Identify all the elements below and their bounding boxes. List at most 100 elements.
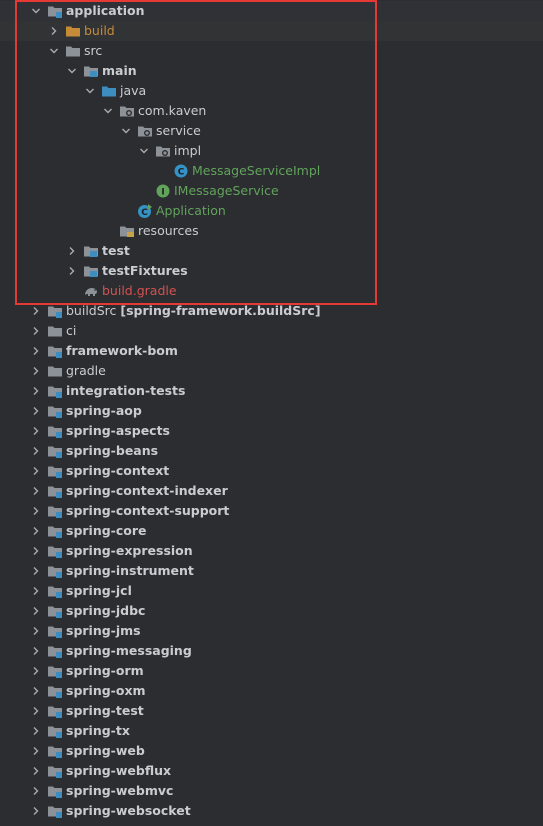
module-folder-icon	[47, 443, 63, 459]
tree-row-spring-context-support[interactable]: spring-context-support	[0, 501, 543, 521]
chevron-right-icon[interactable]	[30, 641, 42, 661]
tree-row-spring-orm[interactable]: spring-orm	[0, 661, 543, 681]
chevron-right-icon[interactable]	[30, 621, 42, 641]
tree-row-spring-websocket[interactable]: spring-websocket	[0, 801, 543, 821]
chevron-right-icon[interactable]	[30, 461, 42, 481]
tree-row-service[interactable]: service	[0, 121, 543, 141]
chevron-right-icon[interactable]	[30, 781, 42, 801]
chevron-down-icon[interactable]	[30, 1, 42, 21]
tree-row-build-gradle[interactable]: build.gradle	[0, 281, 543, 301]
tree-row-spring-jdbc[interactable]: spring-jdbc	[0, 601, 543, 621]
tree-row-testfixtures[interactable]: testFixtures	[0, 261, 543, 281]
module-folder-icon	[47, 583, 63, 599]
tree-row-spring-aop[interactable]: spring-aop	[0, 401, 543, 421]
chevron-right-icon[interactable]	[30, 301, 42, 321]
module-folder-icon	[47, 503, 63, 519]
tree-row-spring-context[interactable]: spring-context	[0, 461, 543, 481]
tree-row-spring-instrument[interactable]: spring-instrument	[0, 561, 543, 581]
tree-item-label: spring-web	[66, 743, 145, 758]
tree-row-spring-core[interactable]: spring-core	[0, 521, 543, 541]
tree-item-label: ci	[66, 323, 77, 338]
module-folder-icon	[47, 603, 63, 619]
chevron-right-icon[interactable]	[30, 561, 42, 581]
tree-row-main[interactable]: main	[0, 61, 543, 81]
tree-item-label: com.kaven	[138, 103, 207, 118]
tree-row-messageserviceimpl[interactable]: C MessageServiceImpl	[0, 161, 543, 181]
chevron-right-icon[interactable]	[30, 341, 42, 361]
chevron-down-icon[interactable]	[138, 141, 150, 161]
tree-row-test[interactable]: test	[0, 241, 543, 261]
tree-row-spring-jms[interactable]: spring-jms	[0, 621, 543, 641]
tree-row-spring-expression[interactable]: spring-expression	[0, 541, 543, 561]
tree-row-spring-test[interactable]: spring-test	[0, 701, 543, 721]
tree-row-ci[interactable]: ci	[0, 321, 543, 341]
tree-row-impl[interactable]: impl	[0, 141, 543, 161]
chevron-down-icon[interactable]	[48, 41, 60, 61]
folder-icon	[47, 363, 63, 379]
tree-row-spring-webmvc[interactable]: spring-webmvc	[0, 781, 543, 801]
chevron-down-icon[interactable]	[102, 101, 114, 121]
tree-row-application[interactable]: application	[0, 1, 543, 21]
tree-row-gradle[interactable]: gradle	[0, 361, 543, 381]
tree-item-label: spring-aop	[66, 403, 142, 418]
module-folder-icon	[47, 663, 63, 679]
source-root-folder-icon	[83, 243, 99, 259]
chevron-right-icon[interactable]	[30, 761, 42, 781]
chevron-right-icon[interactable]	[30, 661, 42, 681]
chevron-right-icon[interactable]	[30, 361, 42, 381]
folder-icon	[65, 43, 81, 59]
tree-item-label: application	[66, 3, 145, 18]
chevron-right-icon[interactable]	[30, 801, 42, 821]
tree-row-spring-aspects[interactable]: spring-aspects	[0, 421, 543, 441]
tree-row-build[interactable]: build	[0, 21, 543, 41]
chevron-right-icon[interactable]	[30, 581, 42, 601]
chevron-right-icon[interactable]	[66, 241, 78, 261]
tree-row-framework-bom[interactable]: framework-bom	[0, 341, 543, 361]
tree-row-java[interactable]: java	[0, 81, 543, 101]
tree-row-spring-webflux[interactable]: spring-webflux	[0, 761, 543, 781]
chevron-right-icon[interactable]	[30, 601, 42, 621]
tree-row-resources[interactable]: resources	[0, 221, 543, 241]
chevron-right-icon[interactable]	[30, 381, 42, 401]
module-folder-icon	[47, 803, 63, 819]
tree-row-imessageservice[interactable]: I IMessageService	[0, 181, 543, 201]
chevron-right-icon[interactable]	[30, 681, 42, 701]
tree-row-spring-oxm[interactable]: spring-oxm	[0, 681, 543, 701]
tree-row-application[interactable]: C Application	[0, 201, 543, 221]
chevron-right-icon[interactable]	[30, 321, 42, 341]
tree-item-label: src	[84, 43, 103, 58]
tree-row-spring-context-indexer[interactable]: spring-context-indexer	[0, 481, 543, 501]
source-root-folder-icon	[83, 63, 99, 79]
tree-item-label: spring-webmvc	[66, 783, 174, 798]
chevron-right-icon[interactable]	[48, 21, 60, 41]
chevron-right-icon[interactable]	[30, 441, 42, 461]
chevron-right-icon[interactable]	[30, 701, 42, 721]
chevron-right-icon[interactable]	[30, 401, 42, 421]
tree-item-label: impl	[174, 143, 202, 158]
tree-row-spring-beans[interactable]: spring-beans	[0, 441, 543, 461]
chevron-down-icon[interactable]	[66, 61, 78, 81]
tree-row-spring-tx[interactable]: spring-tx	[0, 721, 543, 741]
chevron-down-icon[interactable]	[120, 121, 132, 141]
chevron-right-icon[interactable]	[30, 481, 42, 501]
chevron-right-icon[interactable]	[66, 261, 78, 281]
tree-row-spring-messaging[interactable]: spring-messaging	[0, 641, 543, 661]
chevron-down-icon[interactable]	[84, 81, 96, 101]
tree-row-buildsrc-spring-framework-buildsrc-[interactable]: buildSrc [spring-framework.buildSrc]	[0, 301, 543, 321]
tree-row-spring-jcl[interactable]: spring-jcl	[0, 581, 543, 601]
arrow-spacer	[138, 181, 150, 201]
chevron-right-icon[interactable]	[30, 721, 42, 741]
chevron-right-icon[interactable]	[30, 501, 42, 521]
tree-item-label: buildSrc [spring-framework.buildSrc]	[66, 303, 321, 318]
chevron-right-icon[interactable]	[30, 541, 42, 561]
chevron-right-icon[interactable]	[30, 741, 42, 761]
chevron-right-icon[interactable]	[30, 521, 42, 541]
tree-row-spring-web[interactable]: spring-web	[0, 741, 543, 761]
tree-item-label: service	[156, 123, 201, 138]
module-folder-icon	[47, 563, 63, 579]
tree-row-integration-tests[interactable]: integration-tests	[0, 381, 543, 401]
module-folder-icon	[47, 623, 63, 639]
chevron-right-icon[interactable]	[30, 421, 42, 441]
tree-row-src[interactable]: src	[0, 41, 543, 61]
tree-row-com-kaven[interactable]: com.kaven	[0, 101, 543, 121]
